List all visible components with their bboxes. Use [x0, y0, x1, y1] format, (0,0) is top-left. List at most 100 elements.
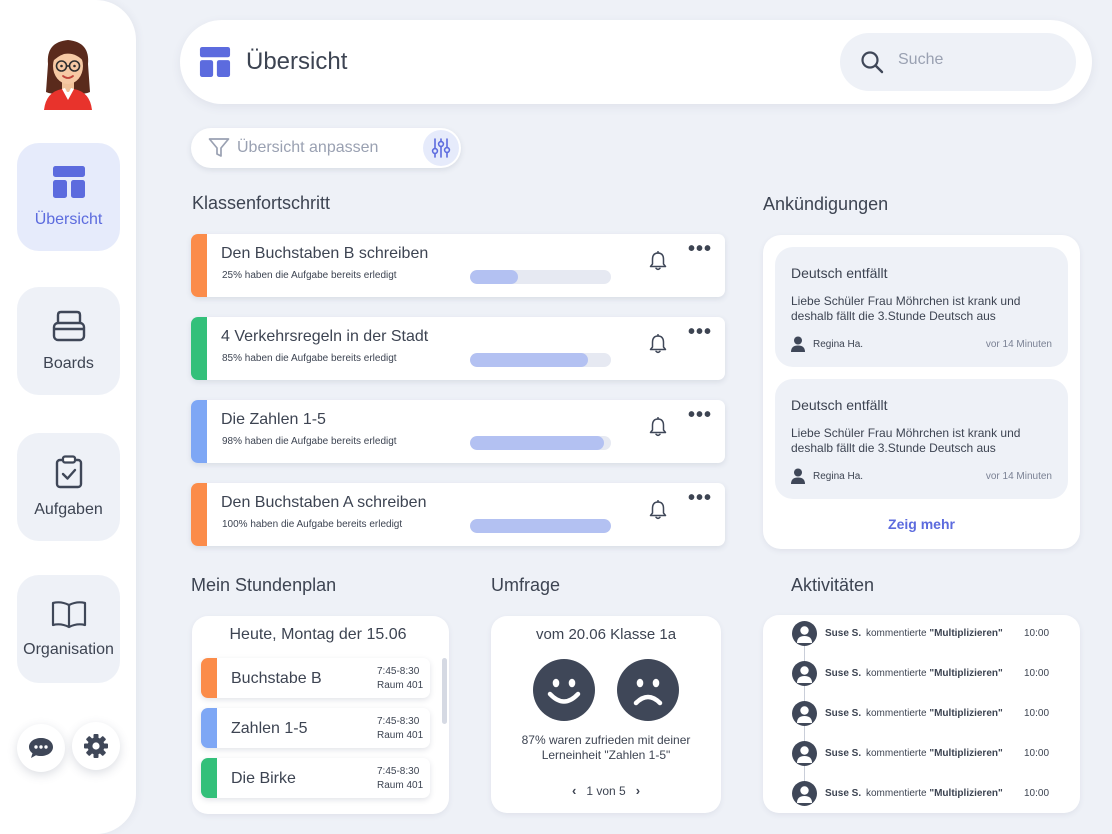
schedule-color-stripe: [201, 658, 217, 698]
section-title-progress: Klassenfortschritt: [192, 193, 331, 213]
sidebar-item-label: Aufgaben: [34, 501, 103, 518]
activity-row[interactable]: Suse S. kommentierte "Multiplizieren" 10:0…: [792, 661, 1072, 686]
progress-color-stripe: [191, 234, 207, 297]
gear-icon: [84, 734, 108, 758]
activity-verb: kommentierte: [866, 668, 927, 679]
progress-task-subtitle: 25% haben die Aufgabe bereits erledigt: [222, 270, 397, 281]
schedule-time-room: 7:45-8:30 Raum 401: [377, 765, 423, 793]
more-options-icon[interactable]: •••: [688, 321, 712, 344]
progress-bar-fill: [470, 270, 518, 284]
customize-overview-label: Übersicht anpassen: [237, 139, 379, 156]
show-more-link[interactable]: Zeig mehr: [763, 516, 1080, 532]
search-input[interactable]: [898, 51, 1058, 69]
progress-card[interactable]: Die Zahlen 1-5 98% haben die Aufgabe bere…: [191, 400, 725, 463]
schedule-item[interactable]: Zahlen 1-5 7:45-8:30 Raum 401: [201, 708, 430, 748]
announcement-card[interactable]: Deutsch entfällt Liebe Schüler Frau Möhr…: [775, 379, 1068, 499]
bell-icon[interactable]: [649, 500, 667, 520]
dashboard-icon: [52, 166, 85, 198]
progress-bar: [470, 436, 611, 450]
adjust-settings-button[interactable]: [423, 130, 459, 166]
activity-object: "Multiplizieren": [929, 628, 1003, 639]
schedule-subject: Zahlen 1-5: [231, 720, 308, 737]
bell-icon[interactable]: [649, 334, 667, 354]
schedule-item[interactable]: Buchstabe B 7:45-8:30 Raum 401: [201, 658, 430, 698]
survey-panel: vom 20.06 Klasse 1a 87% waren zufrieden …: [491, 616, 721, 813]
announcement-author: Regina Ha.: [813, 339, 864, 350]
announcement-card[interactable]: Deutsch entfällt Liebe Schüler Frau Möhr…: [775, 247, 1068, 367]
schedule-scrollbar[interactable]: [442, 658, 447, 724]
activity-text: kommentierte "Multiplizieren": [866, 628, 1003, 639]
more-options-icon[interactable]: •••: [688, 487, 712, 510]
sidebar-item-label: Boards: [43, 355, 94, 372]
user-avatar-icon: [792, 621, 817, 646]
chat-button[interactable]: [17, 724, 65, 772]
more-options-icon[interactable]: •••: [688, 238, 712, 261]
progress-color-stripe: [191, 483, 207, 546]
sidebar-item-boards[interactable]: Boards: [17, 287, 120, 395]
activity-time: 10:00: [1024, 788, 1050, 799]
clipboard-check-icon: [55, 455, 82, 489]
announcement-body: Liebe Schüler Frau Möhrchen ist krank un…: [791, 294, 1021, 323]
activity-verb: kommentierte: [866, 748, 927, 759]
customize-overview-bar[interactable]: Übersicht anpassen: [191, 128, 461, 168]
progress-card[interactable]: Den Buchstaben B schreiben 25% haben die …: [191, 234, 725, 297]
survey-header: vom 20.06 Klasse 1a: [535, 626, 677, 643]
sidebar-item-label: Organisation: [23, 641, 114, 658]
activity-row[interactable]: Suse S. kommentierte "Multiplizieren" 10:0…: [792, 781, 1072, 806]
progress-color-stripe: [191, 400, 207, 463]
activity-text: kommentierte "Multiplizieren": [866, 708, 1003, 719]
progress-bar: [470, 353, 611, 367]
sidebar-item-aufgaben[interactable]: Aufgaben: [17, 433, 120, 541]
avatar[interactable]: [38, 34, 98, 114]
chat-icon: [29, 738, 53, 758]
activity-text: kommentierte "Multiplizieren": [866, 788, 1003, 799]
progress-card[interactable]: Den Buchstaben A schreiben 100% haben die…: [191, 483, 725, 546]
activity-text: kommentierte "Multiplizieren": [866, 748, 1003, 759]
schedule-time: 7:45-8:30: [377, 766, 420, 777]
more-options-icon[interactable]: •••: [688, 404, 712, 427]
progress-task-title: 4 Verkehrsregeln in der Stadt: [221, 328, 429, 345]
activity-user: Suse S.: [825, 748, 862, 759]
progress-bar-fill: [470, 353, 589, 367]
chevron-left-icon[interactable]: ‹: [562, 783, 586, 798]
schedule-item[interactable]: Die Birke 7:45-8:30 Raum 401: [201, 758, 430, 798]
bell-icon[interactable]: [649, 417, 667, 437]
settings-button[interactable]: [72, 722, 120, 770]
section-title-activities: Aktivitäten: [791, 575, 875, 595]
sidebar-item-organisation[interactable]: Organisation: [17, 575, 120, 683]
schedule-panel: Heute, Montag der 15.06 Buchstabe B 7:45…: [192, 616, 449, 814]
activity-row[interactable]: Suse S. kommentierte "Multiplizieren" 10:0…: [792, 741, 1072, 766]
activity-object: "Multiplizieren": [929, 708, 1003, 719]
section-title-announcements: Ankündigungen: [763, 194, 889, 214]
chevron-right-icon[interactable]: ›: [626, 783, 650, 798]
activity-user: Suse S.: [825, 708, 862, 719]
schedule-subject: Die Birke: [231, 770, 296, 787]
progress-task-subtitle: 85% haben die Aufgabe bereits erledigt: [222, 353, 397, 364]
activity-object: "Multiplizieren": [929, 748, 1003, 759]
user-avatar-icon: [792, 661, 817, 686]
schedule-room: Raum 401: [377, 730, 424, 741]
search-box[interactable]: [840, 33, 1076, 91]
happy-face-icon[interactable]: [533, 659, 595, 721]
survey-pager: ‹ 1 von 5 ›: [491, 783, 721, 798]
schedule-color-stripe: [201, 708, 217, 748]
progress-bar-fill: [470, 519, 611, 533]
activity-row[interactable]: Suse S. kommentierte "Multiplizieren" 10:0…: [792, 701, 1072, 726]
sad-face-icon[interactable]: [617, 659, 679, 721]
user-avatar-icon: [792, 701, 817, 726]
sidebar-item-label: Übersicht: [34, 211, 103, 228]
sidebar-item-uebersicht[interactable]: Übersicht: [17, 143, 120, 251]
announcements-panel: Deutsch entfällt Liebe Schüler Frau Möhr…: [763, 235, 1080, 549]
survey-result-text: 87% waren zufrieden mit deiner Lerneinhe…: [521, 733, 691, 762]
activity-user: Suse S.: [825, 628, 862, 639]
activity-row[interactable]: Suse S. kommentierte "Multiplizieren" 10:0…: [792, 621, 1072, 646]
activity-verb: kommentierte: [866, 788, 927, 799]
progress-card[interactable]: 4 Verkehrsregeln in der Stadt 85% haben d…: [191, 317, 725, 380]
person-icon: [791, 336, 805, 352]
survey-page-indicator: 1 von 5: [586, 784, 626, 798]
progress-bar: [470, 519, 611, 533]
schedule-time-room: 7:45-8:30 Raum 401: [377, 665, 423, 693]
bell-icon[interactable]: [649, 251, 667, 271]
schedule-time: 7:45-8:30: [377, 716, 420, 727]
activity-verb: kommentierte: [866, 708, 927, 719]
